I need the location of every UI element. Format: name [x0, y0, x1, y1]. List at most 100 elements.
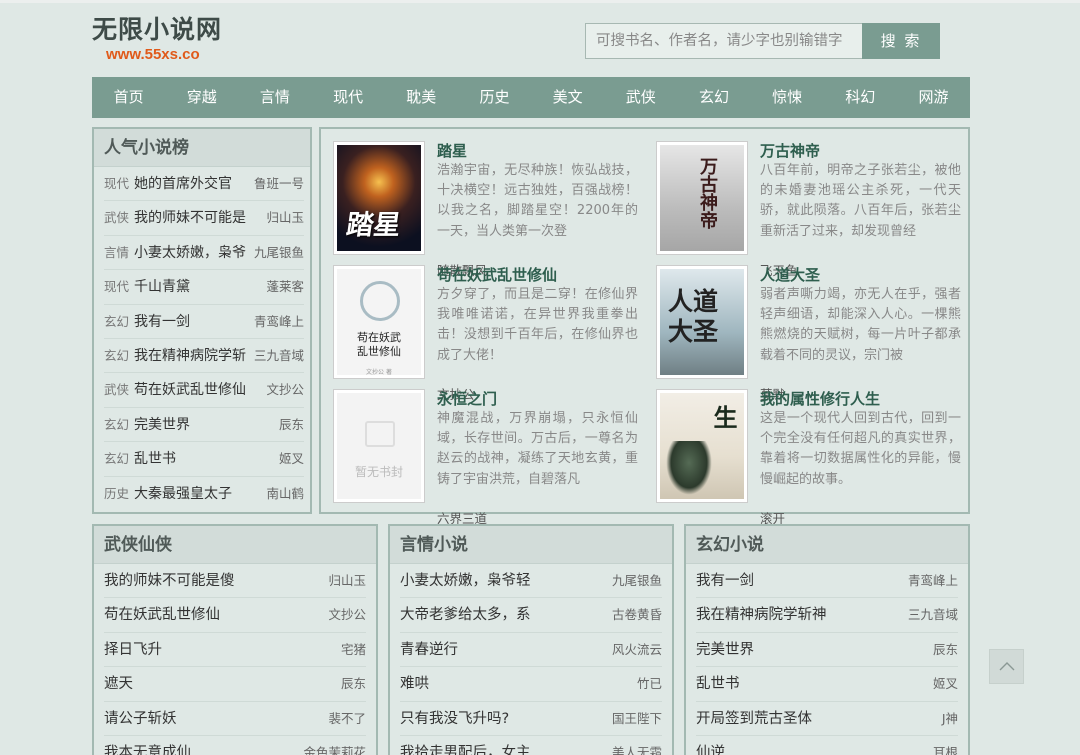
book-title[interactable]: 踏星: [437, 141, 638, 161]
ranking-book-title[interactable]: 我的师妹不可能是: [134, 201, 266, 234]
book-cover[interactable]: 暂无书封: [333, 389, 425, 503]
nav-item[interactable]: 耽美: [385, 77, 458, 118]
ranking-author[interactable]: 九尾银鱼: [254, 236, 304, 269]
ranking-book-title[interactable]: 苟在妖武乱世修仙: [134, 373, 266, 406]
list-item[interactable]: 小妻太娇嫩，枭爷轻 九尾银鱼: [400, 564, 662, 599]
nav-item[interactable]: 现代: [312, 77, 385, 118]
book-author[interactable]: 宅猪: [341, 633, 366, 666]
ranking-book-title[interactable]: 千山青黛: [134, 270, 266, 303]
book-title[interactable]: 我的属性修行人生: [760, 389, 961, 409]
ranking-book-title[interactable]: 她的首席外交官: [134, 167, 254, 200]
ranking-book-title[interactable]: 我在精神病院学斩: [134, 339, 254, 372]
book-author[interactable]: 风火流云: [612, 633, 662, 666]
list-item[interactable]: 开局签到荒古圣体 J神: [696, 702, 958, 736]
book-cover[interactable]: 踏星: [333, 141, 425, 255]
ranking-author[interactable]: 文抄公: [266, 373, 304, 406]
ranking-book-title[interactable]: 乱世书: [134, 442, 279, 475]
nav-item[interactable]: 科幻: [824, 77, 897, 118]
ranking-book-title[interactable]: 小妻太娇嫩，枭爷: [134, 236, 254, 269]
search-input[interactable]: 可搜书名、作者名，请少字也别输错字: [585, 23, 862, 59]
book-title[interactable]: 我的师妹不可能是傻: [104, 564, 328, 597]
book-cover[interactable]: 修行人生: [656, 389, 748, 503]
ranking-author[interactable]: 蓬莱客: [266, 270, 304, 303]
book-title[interactable]: 完美世界: [696, 633, 933, 666]
book-title[interactable]: 遮天: [104, 667, 341, 700]
book-author[interactable]: 国王陛下: [612, 702, 662, 735]
book-title[interactable]: 仙逆: [696, 736, 933, 755]
list-item[interactable]: 仙逆 耳根: [696, 736, 958, 755]
ranking-author[interactable]: 辰东: [279, 408, 304, 441]
ranking-author[interactable]: 青鸾峰上: [254, 305, 304, 338]
list-item[interactable]: 我在精神病院学斩神 三九音域: [696, 598, 958, 633]
list-item[interactable]: 只有我没飞升吗? 国王陛下: [400, 702, 662, 736]
ranking-book-title[interactable]: 大秦最强皇太子: [134, 477, 266, 511]
book-cover[interactable]: 人道大圣: [656, 265, 748, 379]
book-author[interactable]: 文抄公: [328, 598, 366, 631]
book-title[interactable]: 我有一剑: [696, 564, 908, 597]
book-title[interactable]: 小妻太娇嫩，枭爷轻: [400, 564, 612, 597]
ranking-item[interactable]: 现代 千山青黛 蓬莱客: [104, 270, 304, 305]
book-title[interactable]: 择日飞升: [104, 633, 341, 666]
book-title[interactable]: 万古神帝: [760, 141, 961, 161]
nav-item[interactable]: 穿越: [165, 77, 238, 118]
nav-item[interactable]: 武侠: [604, 77, 677, 118]
book-title[interactable]: 请公子斩妖: [104, 702, 328, 735]
book-author[interactable]: 三九音域: [908, 598, 958, 631]
book-author[interactable]: 美人无霜: [612, 736, 662, 755]
list-item[interactable]: 难哄 竹已: [400, 667, 662, 702]
list-item[interactable]: 青春逆行 风火流云: [400, 633, 662, 668]
nav-item[interactable]: 惊悚: [751, 77, 824, 118]
book-title[interactable]: 永恒之门: [437, 389, 638, 409]
book-author[interactable]: 竹已: [637, 667, 662, 700]
nav-item[interactable]: 首页: [92, 77, 165, 118]
book-title[interactable]: 苟在妖武乱世修仙: [104, 598, 328, 631]
ranking-item[interactable]: 历史 大秦最强皇太子 南山鹤: [104, 477, 304, 511]
book-cover[interactable]: 苟在妖武 乱世修仙 文抄公 著: [333, 265, 425, 379]
book-title[interactable]: 乱世书: [696, 667, 933, 700]
ranking-item[interactable]: 现代 她的首席外交官 鲁班一号: [104, 167, 304, 202]
book-title[interactable]: 苟在妖武乱世修仙: [437, 265, 638, 285]
book-author[interactable]: 九尾银鱼: [612, 564, 662, 597]
book-author[interactable]: 归山玉: [328, 564, 366, 597]
book-title[interactable]: 我在精神病院学斩神: [696, 598, 908, 631]
ranking-author[interactable]: 归山玉: [266, 201, 304, 234]
nav-item[interactable]: 历史: [458, 77, 531, 118]
book-author[interactable]: 金色茉莉花: [303, 736, 366, 755]
nav-item[interactable]: 玄幻: [677, 77, 750, 118]
book-author[interactable]: 辰东: [933, 633, 958, 666]
ranking-book-title[interactable]: 完美世界: [134, 408, 279, 441]
book-title[interactable]: 我本无意成仙: [104, 736, 303, 755]
book-title[interactable]: 我拾走男配后，女主: [400, 736, 612, 755]
ranking-item[interactable]: 武侠 我的师妹不可能是 归山玉: [104, 201, 304, 236]
book-title[interactable]: 难哄: [400, 667, 637, 700]
list-item[interactable]: 我本无意成仙 金色茉莉花: [104, 736, 366, 755]
list-item[interactable]: 我拾走男配后，女主 美人无霜: [400, 736, 662, 755]
book-title[interactable]: 青春逆行: [400, 633, 612, 666]
nav-item[interactable]: 网游: [897, 77, 970, 118]
book-title[interactable]: 开局签到荒古圣体: [696, 702, 942, 735]
ranking-author[interactable]: 三九音域: [254, 339, 304, 372]
list-item[interactable]: 请公子斩妖 裴不了: [104, 702, 366, 736]
book-title[interactable]: 只有我没飞升吗?: [400, 702, 612, 735]
list-item[interactable]: 我有一剑 青鸾峰上: [696, 564, 958, 599]
book-author[interactable]: 辰东: [341, 667, 366, 700]
site-logo[interactable]: 无限小说网 www.55xs.co: [92, 15, 222, 65]
book-author[interactable]: 古卷黄昏: [612, 598, 662, 631]
list-item[interactable]: 苟在妖武乱世修仙 文抄公: [104, 598, 366, 633]
list-item[interactable]: 乱世书 姬叉: [696, 667, 958, 702]
list-item[interactable]: 遮天 辰东: [104, 667, 366, 702]
ranking-book-title[interactable]: 我有一剑: [134, 305, 254, 338]
book-author[interactable]: 裴不了: [328, 702, 366, 735]
book-author[interactable]: J神: [942, 702, 958, 735]
search-button[interactable]: 搜 索: [862, 23, 940, 59]
ranking-item[interactable]: 玄幻 我有一剑 青鸾峰上: [104, 305, 304, 339]
ranking-item[interactable]: 玄幻 完美世界 辰东: [104, 408, 304, 443]
ranking-author[interactable]: 南山鹤: [266, 477, 304, 511]
list-item[interactable]: 我的师妹不可能是傻 归山玉: [104, 564, 366, 599]
book-cover[interactable]: 万古神帝: [656, 141, 748, 255]
list-item[interactable]: 完美世界 辰东: [696, 633, 958, 668]
book-title[interactable]: 人道大圣: [760, 265, 961, 285]
ranking-item[interactable]: 玄幻 我在精神病院学斩 三九音域: [104, 339, 304, 374]
nav-item[interactable]: 言情: [238, 77, 311, 118]
book-title[interactable]: 大帝老爹给太多，系: [400, 598, 612, 631]
